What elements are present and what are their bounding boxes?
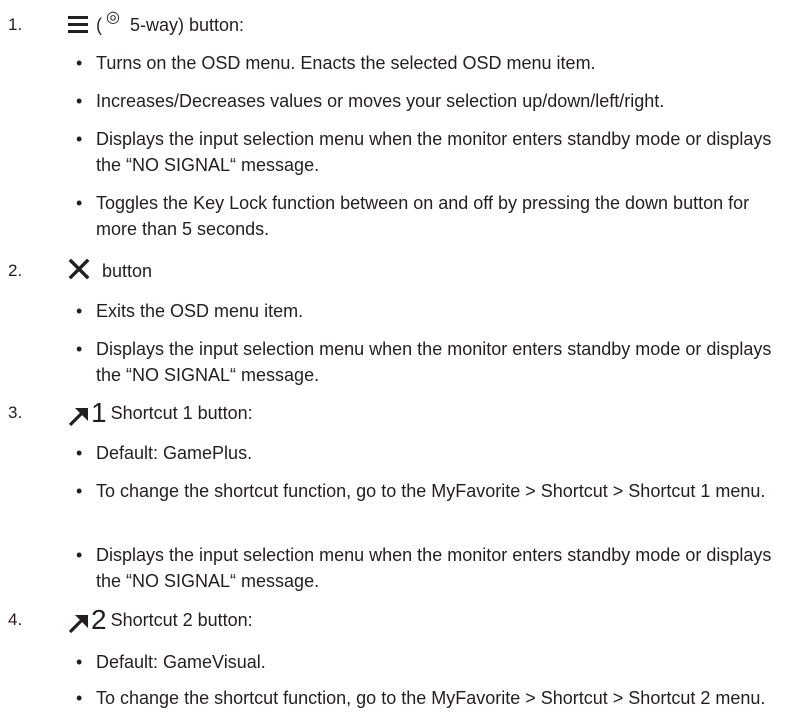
manual-page: { "items": [ { "number": "1.", "label_pr… bbox=[0, 0, 803, 727]
item-heading: 2 Shortcut 2 button: bbox=[68, 605, 253, 635]
list-item: Toggles the Key Lock function between on… bbox=[76, 190, 786, 242]
item-label: 5-way) button: bbox=[129, 15, 245, 35]
item-heading: ( ◎ 5-way) button: bbox=[68, 9, 245, 40]
menu-lines-icon bbox=[68, 15, 88, 35]
list-item: To change the shortcut function, go to t… bbox=[76, 478, 786, 504]
dial-icon: ◎ bbox=[106, 9, 120, 26]
shortcut-digit: 2 bbox=[91, 604, 107, 635]
list-item: Displays the input selection menu when t… bbox=[76, 542, 786, 594]
shortcut-arrow-icon: 1 bbox=[68, 399, 107, 427]
item-number: 1. bbox=[8, 15, 23, 34]
item-number: 4. bbox=[8, 610, 23, 629]
close-x-icon bbox=[68, 258, 90, 285]
list-item: Default: GamePlus. bbox=[76, 440, 786, 466]
item-heading: 1 Shortcut 1 button: bbox=[68, 398, 253, 428]
list-item: To change the shortcut function, go to t… bbox=[76, 685, 786, 711]
list-item: Default: GameVisual. bbox=[76, 649, 786, 675]
item-number: 3. bbox=[8, 403, 23, 422]
item-label: button bbox=[102, 261, 153, 281]
item-number: 2. bbox=[8, 261, 23, 280]
label-prefix: ( bbox=[96, 15, 102, 35]
list-item: Displays the input selection menu when t… bbox=[76, 126, 786, 178]
shortcut-arrow-icon: 2 bbox=[68, 606, 107, 634]
list-item: Displays the input selection menu when t… bbox=[76, 336, 786, 388]
item-label: Shortcut 1 button: bbox=[110, 403, 253, 423]
list-item: Turns on the OSD menu. Enacts the select… bbox=[76, 50, 786, 76]
item-heading: button bbox=[68, 256, 152, 286]
list-item: Exits the OSD menu item. bbox=[76, 298, 786, 324]
shortcut-digit: 1 bbox=[91, 397, 107, 428]
item-label: Shortcut 2 button: bbox=[110, 610, 253, 630]
list-item: Increases/Decreases values or moves your… bbox=[76, 88, 786, 114]
